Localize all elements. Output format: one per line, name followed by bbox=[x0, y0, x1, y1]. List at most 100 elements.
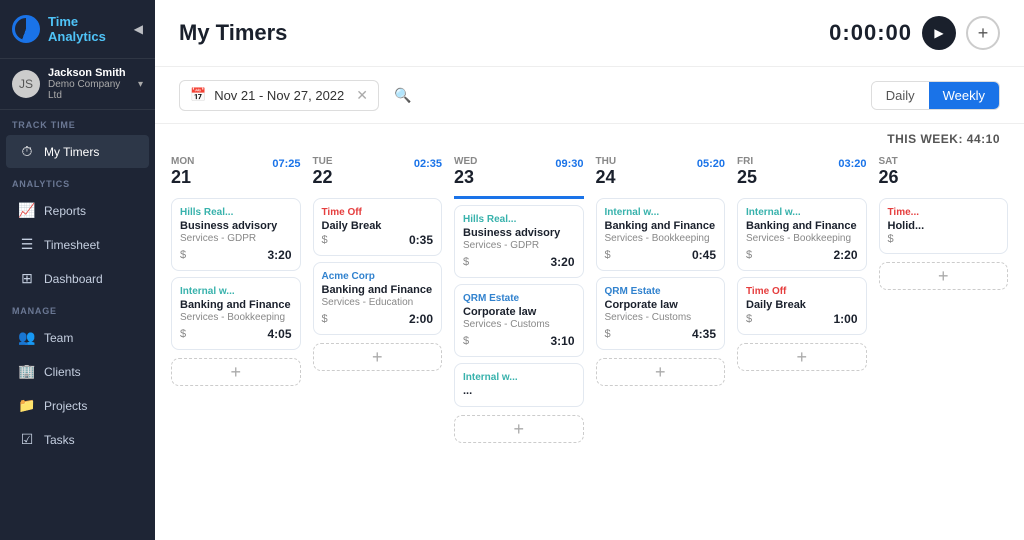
card-client: QRM Estate bbox=[463, 293, 575, 304]
card-service: Services - GDPR bbox=[180, 233, 292, 244]
add-timer-button-mon[interactable]: + bbox=[171, 358, 301, 386]
timer-card[interactable]: Time Off Daily Break $ 0:35 bbox=[313, 198, 443, 256]
timesheet-icon: ☰ bbox=[18, 236, 36, 253]
timer-card[interactable]: Internal w... Banking and Finance Servic… bbox=[171, 277, 301, 350]
day-active-indicator bbox=[454, 196, 584, 199]
card-footer: $ 1:00 bbox=[746, 312, 858, 326]
add-timer-button-tue[interactable]: + bbox=[313, 343, 443, 371]
dollar-icon: $ bbox=[605, 249, 611, 261]
day-number: 25 bbox=[737, 167, 867, 188]
day-total: 03:20 bbox=[838, 158, 866, 170]
sidebar-item-label: Reports bbox=[44, 204, 86, 218]
timer-card[interactable]: Hills Real... Business advisory Services… bbox=[454, 205, 584, 278]
sidebar-item-clients[interactable]: 🏢 Clients bbox=[6, 355, 149, 388]
sidebar-collapse-button[interactable]: ◀ bbox=[134, 22, 143, 36]
timer-card[interactable]: Internal w... Banking and Finance Servic… bbox=[596, 198, 726, 271]
timer-card[interactable]: QRM Estate Corporate law Services - Cust… bbox=[596, 277, 726, 350]
add-timer-button-sat[interactable]: + bbox=[879, 262, 1009, 290]
card-time: 3:10 bbox=[550, 334, 574, 348]
add-timer-header-button[interactable]: + bbox=[966, 16, 1000, 50]
timer-display: 0:00:00 bbox=[829, 20, 912, 46]
card-title: Business advisory bbox=[180, 220, 292, 232]
card-title: Banking and Finance bbox=[746, 220, 858, 232]
reports-icon: 📈 bbox=[18, 202, 36, 219]
sidebar-item-label: My Timers bbox=[44, 145, 99, 159]
timer-card[interactable]: Internal w... Banking and Finance Servic… bbox=[737, 198, 867, 271]
add-timer-button-thu[interactable]: + bbox=[596, 358, 726, 386]
sidebar-item-tasks[interactable]: ☑ Tasks bbox=[6, 423, 149, 456]
card-service: Services - GDPR bbox=[463, 240, 575, 251]
date-range-clear-button[interactable]: ✕ bbox=[356, 87, 368, 104]
toolbar: 📅 Nov 21 - Nov 27, 2022 ✕ 🔍 Daily Weekly bbox=[155, 67, 1024, 124]
card-service: Services - Bookkeeping bbox=[746, 233, 858, 244]
page-title: My Timers bbox=[179, 20, 287, 46]
card-service: Services - Bookkeeping bbox=[605, 233, 717, 244]
card-title: Corporate law bbox=[605, 299, 717, 311]
sidebar-item-projects[interactable]: 📁 Projects bbox=[6, 389, 149, 422]
main-content: My Timers 0:00:00 ▶ + 📅 Nov 21 - Nov 27,… bbox=[155, 0, 1024, 540]
card-time: 2:20 bbox=[833, 248, 857, 262]
sidebar-item-reports[interactable]: 📈 Reports bbox=[6, 194, 149, 227]
day-total: 07:25 bbox=[272, 158, 300, 170]
projects-icon: 📁 bbox=[18, 397, 36, 414]
user-company: Demo Company Ltd bbox=[48, 79, 130, 101]
card-service: Services - Bookkeeping bbox=[180, 312, 292, 323]
day-cards-wed: Hills Real... Business advisory Services… bbox=[450, 201, 588, 411]
day-number: 22 bbox=[313, 167, 443, 188]
date-range-picker[interactable]: 📅 Nov 21 - Nov 27, 2022 ✕ bbox=[179, 80, 379, 111]
calendar-icon: 📅 bbox=[190, 87, 206, 103]
add-timer-button-wed[interactable]: + bbox=[454, 415, 584, 443]
play-button[interactable]: ▶ bbox=[922, 16, 956, 50]
dollar-icon: $ bbox=[605, 328, 611, 340]
card-title: Holid... bbox=[888, 220, 1000, 232]
sidebar-item-timesheet[interactable]: ☰ Timesheet bbox=[6, 228, 149, 261]
timer-card[interactable]: Internal w... ... bbox=[454, 363, 584, 407]
timer-card[interactable]: Hills Real... Business advisory Services… bbox=[171, 198, 301, 271]
day-header-tue: TUE 22 02:35 bbox=[309, 150, 447, 194]
sidebar-section-label: TRACK TIME bbox=[0, 110, 155, 134]
sidebar-item-dashboard[interactable]: ⊞ Dashboard bbox=[6, 262, 149, 295]
sidebar-item-my-timers[interactable]: ⏱ My Timers bbox=[6, 135, 149, 168]
timer-card[interactable]: Time Off Daily Break $ 1:00 bbox=[737, 277, 867, 335]
card-time: 4:35 bbox=[692, 327, 716, 341]
card-time: 1:00 bbox=[833, 312, 857, 326]
card-footer: $ bbox=[888, 233, 1000, 245]
timer-card[interactable]: QRM Estate Corporate law Services - Cust… bbox=[454, 284, 584, 357]
user-name: Jackson Smith bbox=[48, 67, 130, 79]
user-dropdown-chevron: ▾ bbox=[138, 79, 143, 90]
dollar-icon: $ bbox=[746, 249, 752, 261]
card-footer: $ 4:35 bbox=[605, 327, 717, 341]
header-controls: 0:00:00 ▶ + bbox=[829, 16, 1000, 50]
day-cards-thu: Internal w... Banking and Finance Servic… bbox=[592, 194, 730, 354]
daily-view-button[interactable]: Daily bbox=[872, 82, 929, 109]
sidebar-user-profile[interactable]: JS Jackson Smith Demo Company Ltd ▾ bbox=[0, 58, 155, 110]
sidebar-section-label: ANALYTICS bbox=[0, 169, 155, 193]
day-cards-tue: Time Off Daily Break $ 0:35 Acme Corp Ba… bbox=[309, 194, 447, 339]
card-footer: $ 3:20 bbox=[180, 248, 292, 262]
calendar-grid: MON 21 07:25 Hills Real... Business advi… bbox=[155, 150, 1024, 540]
sidebar-item-team[interactable]: 👥 Team bbox=[6, 321, 149, 354]
dollar-icon: $ bbox=[888, 233, 894, 245]
timer-card[interactable]: Time... Holid... $ bbox=[879, 198, 1009, 254]
app-logo-icon bbox=[12, 15, 40, 43]
day-column-fri: FRI 25 03:20 Internal w... Banking and F… bbox=[733, 150, 871, 532]
add-timer-button-fri[interactable]: + bbox=[737, 343, 867, 371]
timer-card[interactable]: Acme Corp Banking and Finance Services -… bbox=[313, 262, 443, 335]
card-title: Banking and Finance bbox=[322, 284, 434, 296]
dollar-icon: $ bbox=[180, 328, 186, 340]
card-client: Internal w... bbox=[463, 372, 575, 383]
card-client: Internal w... bbox=[605, 207, 717, 218]
sidebar-item-label: Tasks bbox=[44, 433, 75, 447]
card-title: ... bbox=[463, 385, 575, 397]
card-footer: $ 4:05 bbox=[180, 327, 292, 341]
weekly-view-button[interactable]: Weekly bbox=[929, 82, 999, 109]
sidebar-item-label: Timesheet bbox=[44, 238, 100, 252]
sidebar-section-label: MANAGE bbox=[0, 296, 155, 320]
search-button[interactable]: 🔍 bbox=[387, 79, 419, 111]
day-header-wed: WED 23 09:30 bbox=[450, 150, 588, 194]
dollar-icon: $ bbox=[322, 234, 328, 246]
day-total: 02:35 bbox=[414, 158, 442, 170]
day-column-tue: TUE 22 02:35 Time Off Daily Break $ 0:35 bbox=[309, 150, 447, 532]
sidebar-item-label: Dashboard bbox=[44, 272, 103, 286]
day-number: 23 bbox=[454, 167, 584, 188]
